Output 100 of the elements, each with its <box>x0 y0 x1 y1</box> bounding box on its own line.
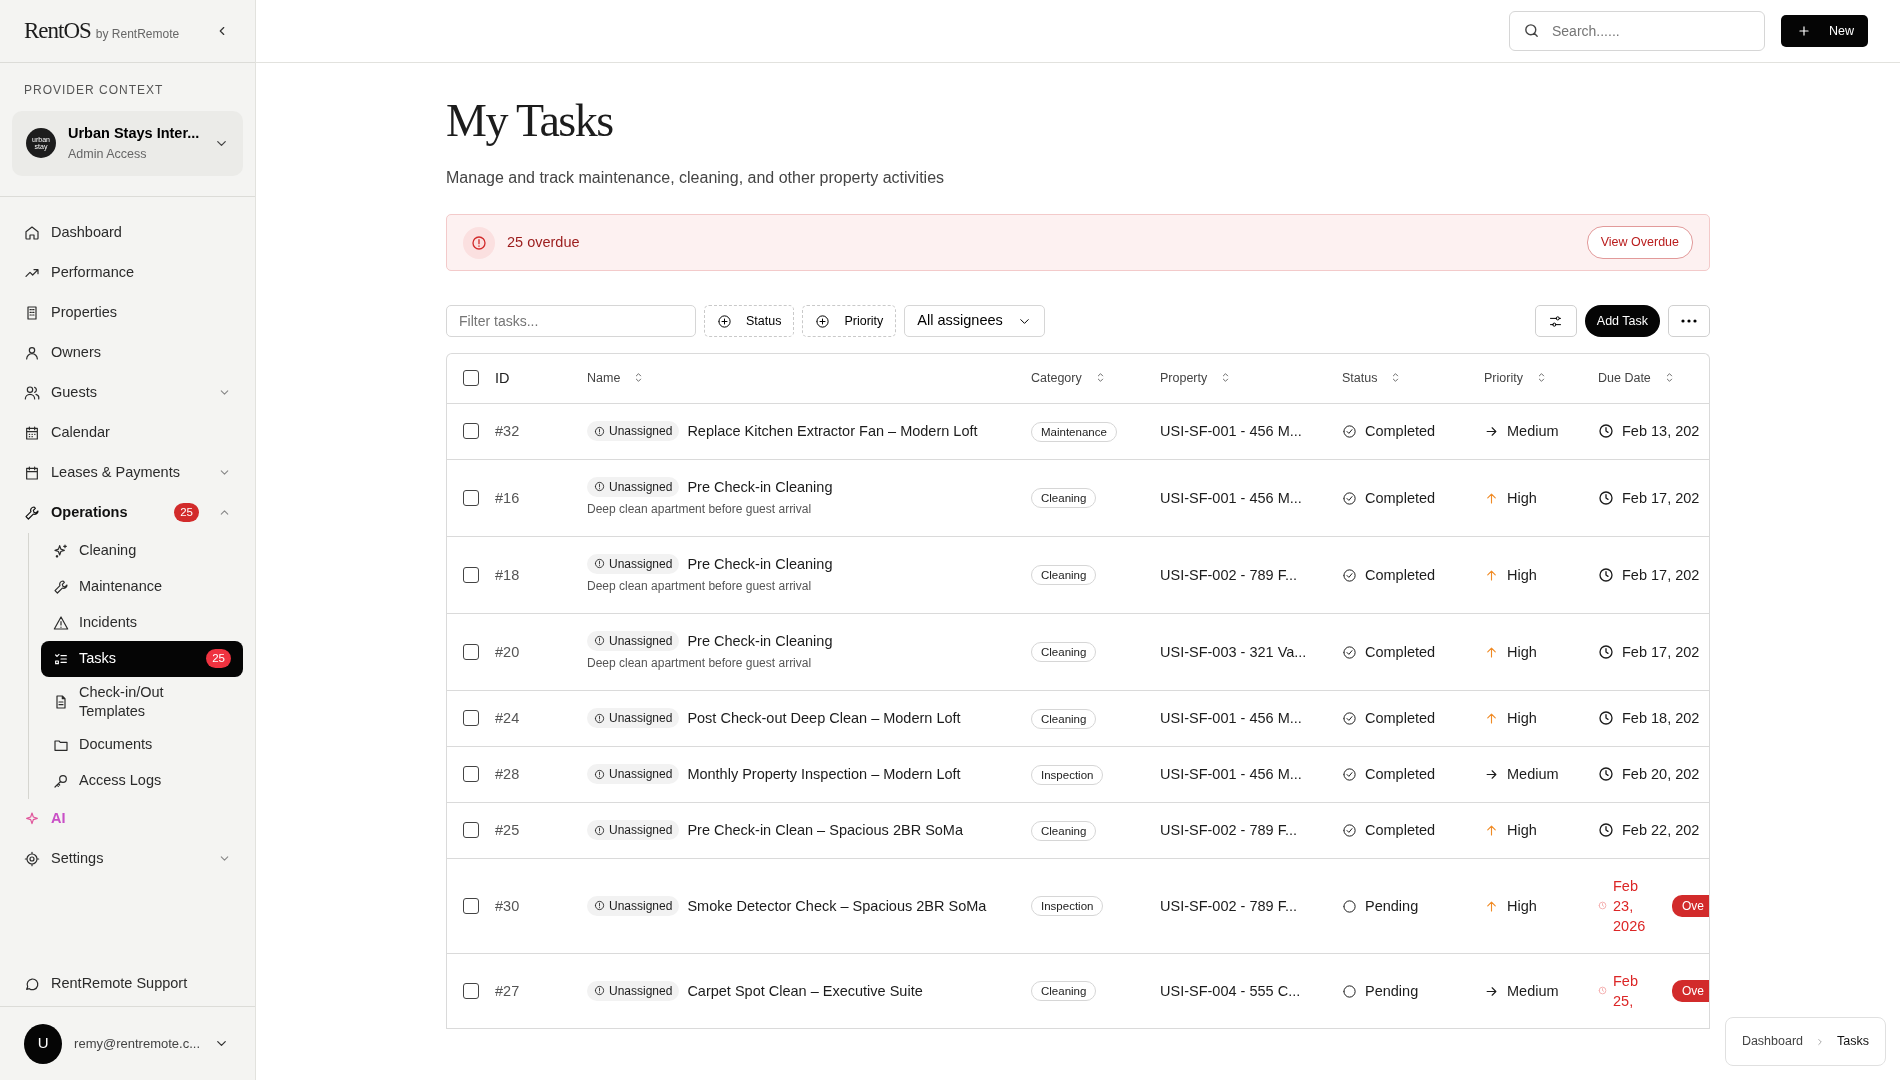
calendar-icon <box>24 424 40 441</box>
nav-item[interactable]: Documents <box>41 726 243 763</box>
page-subtitle: Manage and track maintenance, cleaning, and other property activities <box>446 168 946 189</box>
info-icon <box>594 425 605 437</box>
task-id: #30 <box>495 897 520 914</box>
property-text: USI-SF-003 - 321 Va... <box>1160 643 1307 660</box>
support-link[interactable]: RentRemote Support <box>0 962 255 1006</box>
info-icon <box>594 824 605 836</box>
property-text: USI-SF-001 - 456 M... <box>1160 423 1302 440</box>
column-header[interactable]: Status <box>1342 371 1378 386</box>
nav-item[interactable]: Incidents <box>41 604 243 641</box>
row-checkbox[interactable] <box>463 766 479 783</box>
row-checkbox[interactable] <box>463 982 479 999</box>
due-date: Feb 17, 202 <box>1622 488 1700 508</box>
page-title: My Tasks <box>446 94 614 148</box>
due-date: Feb 13, 202 <box>1622 422 1700 442</box>
task-id: #25 <box>495 822 520 839</box>
assignee-label: Unassigned <box>609 897 673 915</box>
priority-text: Medium <box>1507 766 1559 783</box>
task-id: #20 <box>495 643 520 660</box>
search-icon <box>1523 22 1540 39</box>
nav-item[interactable]: Performance <box>12 252 243 293</box>
warning-icon <box>53 614 69 631</box>
due-date: Feb 23, 2026 <box>1613 876 1647 936</box>
nav-item[interactable]: Cleaning <box>41 532 243 569</box>
provider-role: Admin Access <box>68 145 148 163</box>
task-description: Deep clean apartment before guest arrival <box>587 577 813 595</box>
sparkle-icon <box>24 810 40 827</box>
task-description: Deep clean apartment before guest arrival <box>587 500 813 518</box>
task-id: #16 <box>495 489 520 506</box>
select-all-checkbox[interactable] <box>463 370 479 387</box>
assignee-label: Unassigned <box>609 478 673 496</box>
column-header[interactable]: Category <box>1031 371 1082 386</box>
assignee-label: Unassigned <box>609 710 673 728</box>
info-icon <box>594 900 605 912</box>
due-date: Feb 18, 202 <box>1622 709 1700 729</box>
task-name[interactable]: Pre Check-in Cleaning <box>687 630 833 651</box>
brand-byline: by RentRemote <box>95 26 180 43</box>
column-header[interactable]: Property <box>1160 371 1208 386</box>
task-id: #27 <box>495 982 520 999</box>
nav-item[interactable]: Owners <box>12 332 243 373</box>
property-text: USI-SF-004 - 555 C... <box>1160 982 1301 999</box>
due-date: Feb 17, 202 <box>1622 565 1700 585</box>
assignee-dropdown[interactable]: All assignees <box>904 305 1045 338</box>
nav-item[interactable]: Check-in/Out Templates <box>41 676 243 727</box>
sparkle-icon <box>53 542 69 559</box>
column-header: ID <box>495 369 510 386</box>
view-overdue-button[interactable]: View Overdue <box>1586 226 1693 260</box>
priority-text: High <box>1507 822 1537 839</box>
row-checkbox[interactable] <box>463 643 479 660</box>
priority-text: High <box>1507 643 1537 660</box>
nav-item[interactable]: Tasks 25 <box>41 640 243 677</box>
property-text: USI-SF-002 - 789 F... <box>1160 822 1297 839</box>
task-name[interactable]: Pre Check-in Cleaning <box>687 476 833 497</box>
more-button[interactable] <box>1668 305 1710 338</box>
row-checkbox[interactable] <box>463 566 479 583</box>
nav-item[interactable]: Properties <box>12 292 243 333</box>
column-header[interactable]: Name <box>587 371 621 386</box>
nav-item[interactable]: Calendar <box>12 412 243 453</box>
task-id: #18 <box>495 566 520 583</box>
nav-item[interactable]: Operations 25 <box>12 492 243 533</box>
task-name[interactable]: Monthly Property Inspection – Modern Loft <box>687 764 961 785</box>
key-icon <box>53 772 69 789</box>
row-checkbox[interactable] <box>463 822 479 839</box>
filter-button[interactable]: Status <box>704 305 795 338</box>
column-header[interactable]: Priority <box>1484 371 1523 386</box>
search-field[interactable]: Search...... <box>1509 11 1765 51</box>
status-text: Pending <box>1365 982 1419 999</box>
priority-text: High <box>1507 489 1537 506</box>
filter-field[interactable]: Filter tasks... <box>446 305 696 338</box>
column-header[interactable]: Due Date <box>1598 371 1651 386</box>
breadcrumb-link[interactable]: Dashboard <box>1741 1032 1804 1051</box>
nav-item[interactable]: AI <box>12 798 243 839</box>
filter-button[interactable]: Priority <box>802 305 897 338</box>
task-name[interactable]: Carpet Spot Clean – Executive Suite <box>687 980 923 1001</box>
row-checkbox[interactable] <box>463 710 479 727</box>
row-checkbox[interactable] <box>463 423 479 440</box>
task-name[interactable]: Post Check-out Deep Clean – Modern Loft <box>687 708 961 729</box>
status-text: Completed <box>1365 710 1436 727</box>
nav-item[interactable]: Maintenance <box>41 568 243 605</box>
nav-item[interactable]: Dashboard <box>12 212 243 253</box>
status-text: Completed <box>1365 822 1436 839</box>
row-checkbox[interactable] <box>463 489 479 506</box>
task-name[interactable]: Pre Check-in Clean – Spacious 2BR SoMa <box>687 820 963 841</box>
task-name[interactable]: Smoke Detector Check – Spacious 2BR SoMa <box>687 895 987 916</box>
priority-text: Medium <box>1507 423 1559 440</box>
new-button[interactable]: New <box>1781 15 1868 47</box>
nav-item[interactable]: Guests <box>12 372 243 413</box>
nav-item[interactable]: Settings <box>12 838 243 879</box>
nav-item[interactable]: Leases & Payments <box>12 452 243 493</box>
task-name[interactable]: Replace Kitchen Extractor Fan – Modern Loft <box>687 421 978 442</box>
assignee-label: Unassigned <box>609 766 673 784</box>
status-text: Completed <box>1365 566 1436 583</box>
property-text: USI-SF-002 - 789 F... <box>1160 897 1297 914</box>
info-icon <box>594 768 605 780</box>
task-name[interactable]: Pre Check-in Cleaning <box>687 553 833 574</box>
view-options-button[interactable] <box>1534 305 1577 338</box>
add-task-button[interactable]: Add Task <box>1584 305 1660 338</box>
nav-item[interactable]: Access Logs <box>41 762 243 799</box>
row-checkbox[interactable] <box>463 897 479 914</box>
